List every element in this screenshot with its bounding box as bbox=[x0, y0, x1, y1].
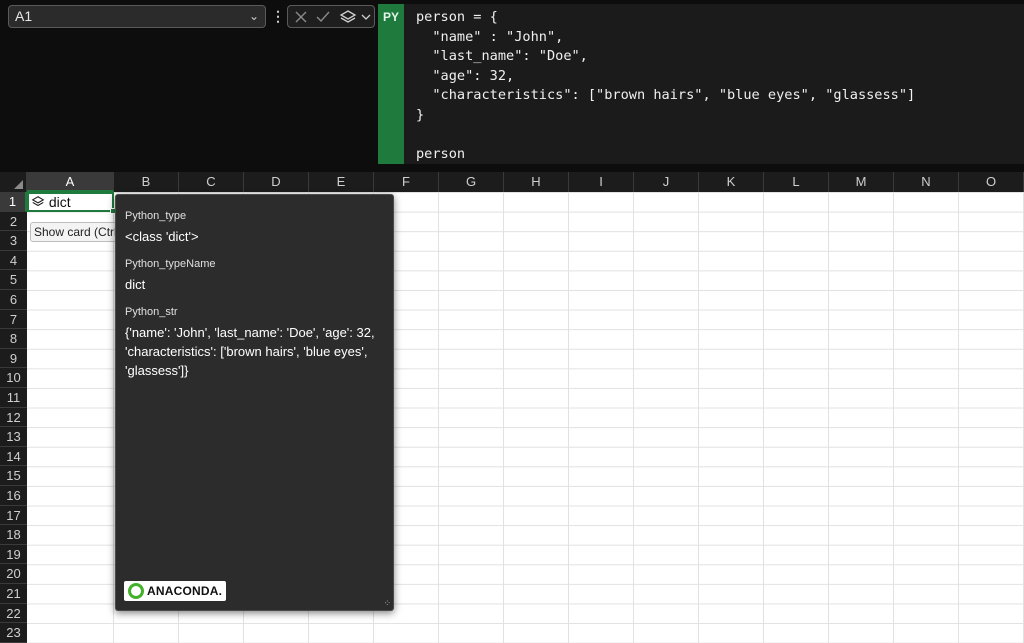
row-header-9[interactable]: 9 bbox=[0, 348, 27, 369]
row-header-4[interactable]: 4 bbox=[0, 250, 27, 271]
column-header-o[interactable]: O bbox=[959, 172, 1024, 192]
formula-tools bbox=[287, 5, 375, 28]
row-header-10[interactable]: 10 bbox=[0, 368, 27, 388]
card-field-python-typename: Python_typeName dict bbox=[125, 258, 385, 294]
more-options-icon[interactable]: ⋮ bbox=[271, 7, 285, 25]
column-header-c[interactable]: C bbox=[179, 172, 244, 192]
python-code[interactable]: person = { "name" : "John", "last_name":… bbox=[404, 4, 1024, 165]
column-header-a[interactable]: A bbox=[27, 172, 114, 192]
row-header-21[interactable]: 21 bbox=[0, 584, 27, 604]
spreadsheet-grid: ABCDEFGHIJKLMNO 1 2 3 4 5 6 7 8 9 10 11 12 13 14 15 16 1… bbox=[0, 172, 1024, 643]
gridline bbox=[438, 192, 439, 643]
gridline bbox=[763, 192, 764, 643]
row-header-1[interactable]: 1 bbox=[0, 192, 27, 212]
field-label: Python_typeName bbox=[125, 258, 216, 270]
row-header-13[interactable]: 13 bbox=[0, 427, 27, 447]
gridline bbox=[958, 192, 959, 643]
anaconda-logo: ANACONDA. bbox=[124, 581, 226, 601]
row-header-23[interactable]: 23 bbox=[0, 623, 27, 643]
name-box[interactable]: A1 ⌄ bbox=[8, 5, 266, 28]
field-value: dict bbox=[125, 277, 146, 292]
row-header-11[interactable]: 11 bbox=[0, 388, 27, 408]
column-header-b[interactable]: B bbox=[114, 172, 179, 192]
column-header-h[interactable]: H bbox=[504, 172, 569, 192]
gridline bbox=[568, 192, 569, 643]
row-header-22[interactable]: 22 bbox=[0, 603, 27, 624]
formula-bar: A1 ⌄ ⋮ PY person = { "name" : "John", "l… bbox=[0, 0, 1024, 172]
column-header-i[interactable]: I bbox=[569, 172, 634, 192]
field-value: {'name': 'John', 'last_name': 'Doe', 'ag… bbox=[125, 325, 375, 378]
chevron-down-icon[interactable] bbox=[360, 9, 372, 25]
excel-window: A1 ⌄ ⋮ PY person = { "name" : "John", "l… bbox=[0, 0, 1024, 643]
anaconda-ring-icon bbox=[128, 583, 144, 599]
cancel-icon[interactable] bbox=[293, 9, 309, 25]
row-header-18[interactable]: 18 bbox=[0, 525, 27, 545]
python-object-icon[interactable] bbox=[31, 195, 45, 209]
gridline bbox=[503, 192, 504, 643]
field-label: Python_str bbox=[125, 306, 178, 318]
field-label: Python_type bbox=[125, 210, 187, 222]
column-header-l[interactable]: L bbox=[764, 172, 829, 192]
column-header-e[interactable]: E bbox=[309, 172, 374, 192]
gridline bbox=[633, 192, 634, 643]
column-header-j[interactable]: J bbox=[634, 172, 699, 192]
python-badge[interactable]: PY bbox=[378, 4, 404, 164]
row-header-7[interactable]: 7 bbox=[0, 309, 27, 330]
gridline bbox=[113, 192, 114, 643]
gridline bbox=[893, 192, 894, 643]
column-header-m[interactable]: M bbox=[829, 172, 894, 192]
row-header-17[interactable]: 17 bbox=[0, 505, 27, 526]
row-header-6[interactable]: 6 bbox=[0, 290, 27, 310]
formula-input[interactable]: person = { "name" : "John", "last_name":… bbox=[404, 4, 1024, 164]
gridline bbox=[828, 192, 829, 643]
column-header-k[interactable]: K bbox=[699, 172, 764, 192]
select-all-corner[interactable] bbox=[0, 172, 27, 192]
python-object-card: Python_type <class 'dict'> Python_typeNa… bbox=[115, 194, 394, 611]
row-header-20[interactable]: 20 bbox=[0, 564, 27, 584]
row-header-19[interactable]: 19 bbox=[0, 544, 27, 565]
python-object-layers-icon[interactable] bbox=[339, 9, 357, 25]
row-header-8[interactable]: 8 bbox=[0, 329, 27, 349]
row-header-12[interactable]: 12 bbox=[0, 407, 27, 428]
row-header-5[interactable]: 5 bbox=[0, 270, 27, 290]
show-card-tooltip[interactable]: Show card (Ctrl bbox=[30, 222, 122, 242]
row-header-3[interactable]: 3 bbox=[0, 231, 27, 251]
chevron-down-icon[interactable]: ⌄ bbox=[249, 6, 259, 27]
card-field-python-type: Python_type <class 'dict'> bbox=[125, 210, 385, 246]
card-field-python-str: Python_str {'name': 'John', 'last_name':… bbox=[125, 306, 385, 380]
cell-a1-value: dict bbox=[48, 194, 71, 210]
column-headers: ABCDEFGHIJKLMNO bbox=[0, 172, 1024, 192]
row-header-14[interactable]: 14 bbox=[0, 446, 27, 467]
column-header-n[interactable]: N bbox=[894, 172, 959, 192]
column-header-g[interactable]: G bbox=[439, 172, 504, 192]
gridline bbox=[698, 192, 699, 643]
enter-icon[interactable] bbox=[315, 9, 331, 25]
row-header-15[interactable]: 15 bbox=[0, 466, 27, 486]
row-header-16[interactable]: 16 bbox=[0, 486, 27, 506]
column-header-d[interactable]: D bbox=[244, 172, 309, 192]
field-value: <class 'dict'> bbox=[125, 229, 199, 244]
resize-grip-icon[interactable]: ⁘ bbox=[383, 598, 391, 609]
name-box-value: A1 bbox=[15, 8, 33, 24]
cell-a1[interactable]: dict bbox=[27, 192, 116, 214]
anaconda-logo-text: ANACONDA. bbox=[147, 584, 223, 598]
row-header-2[interactable]: 2 bbox=[0, 211, 27, 232]
column-header-f[interactable]: F bbox=[374, 172, 439, 192]
